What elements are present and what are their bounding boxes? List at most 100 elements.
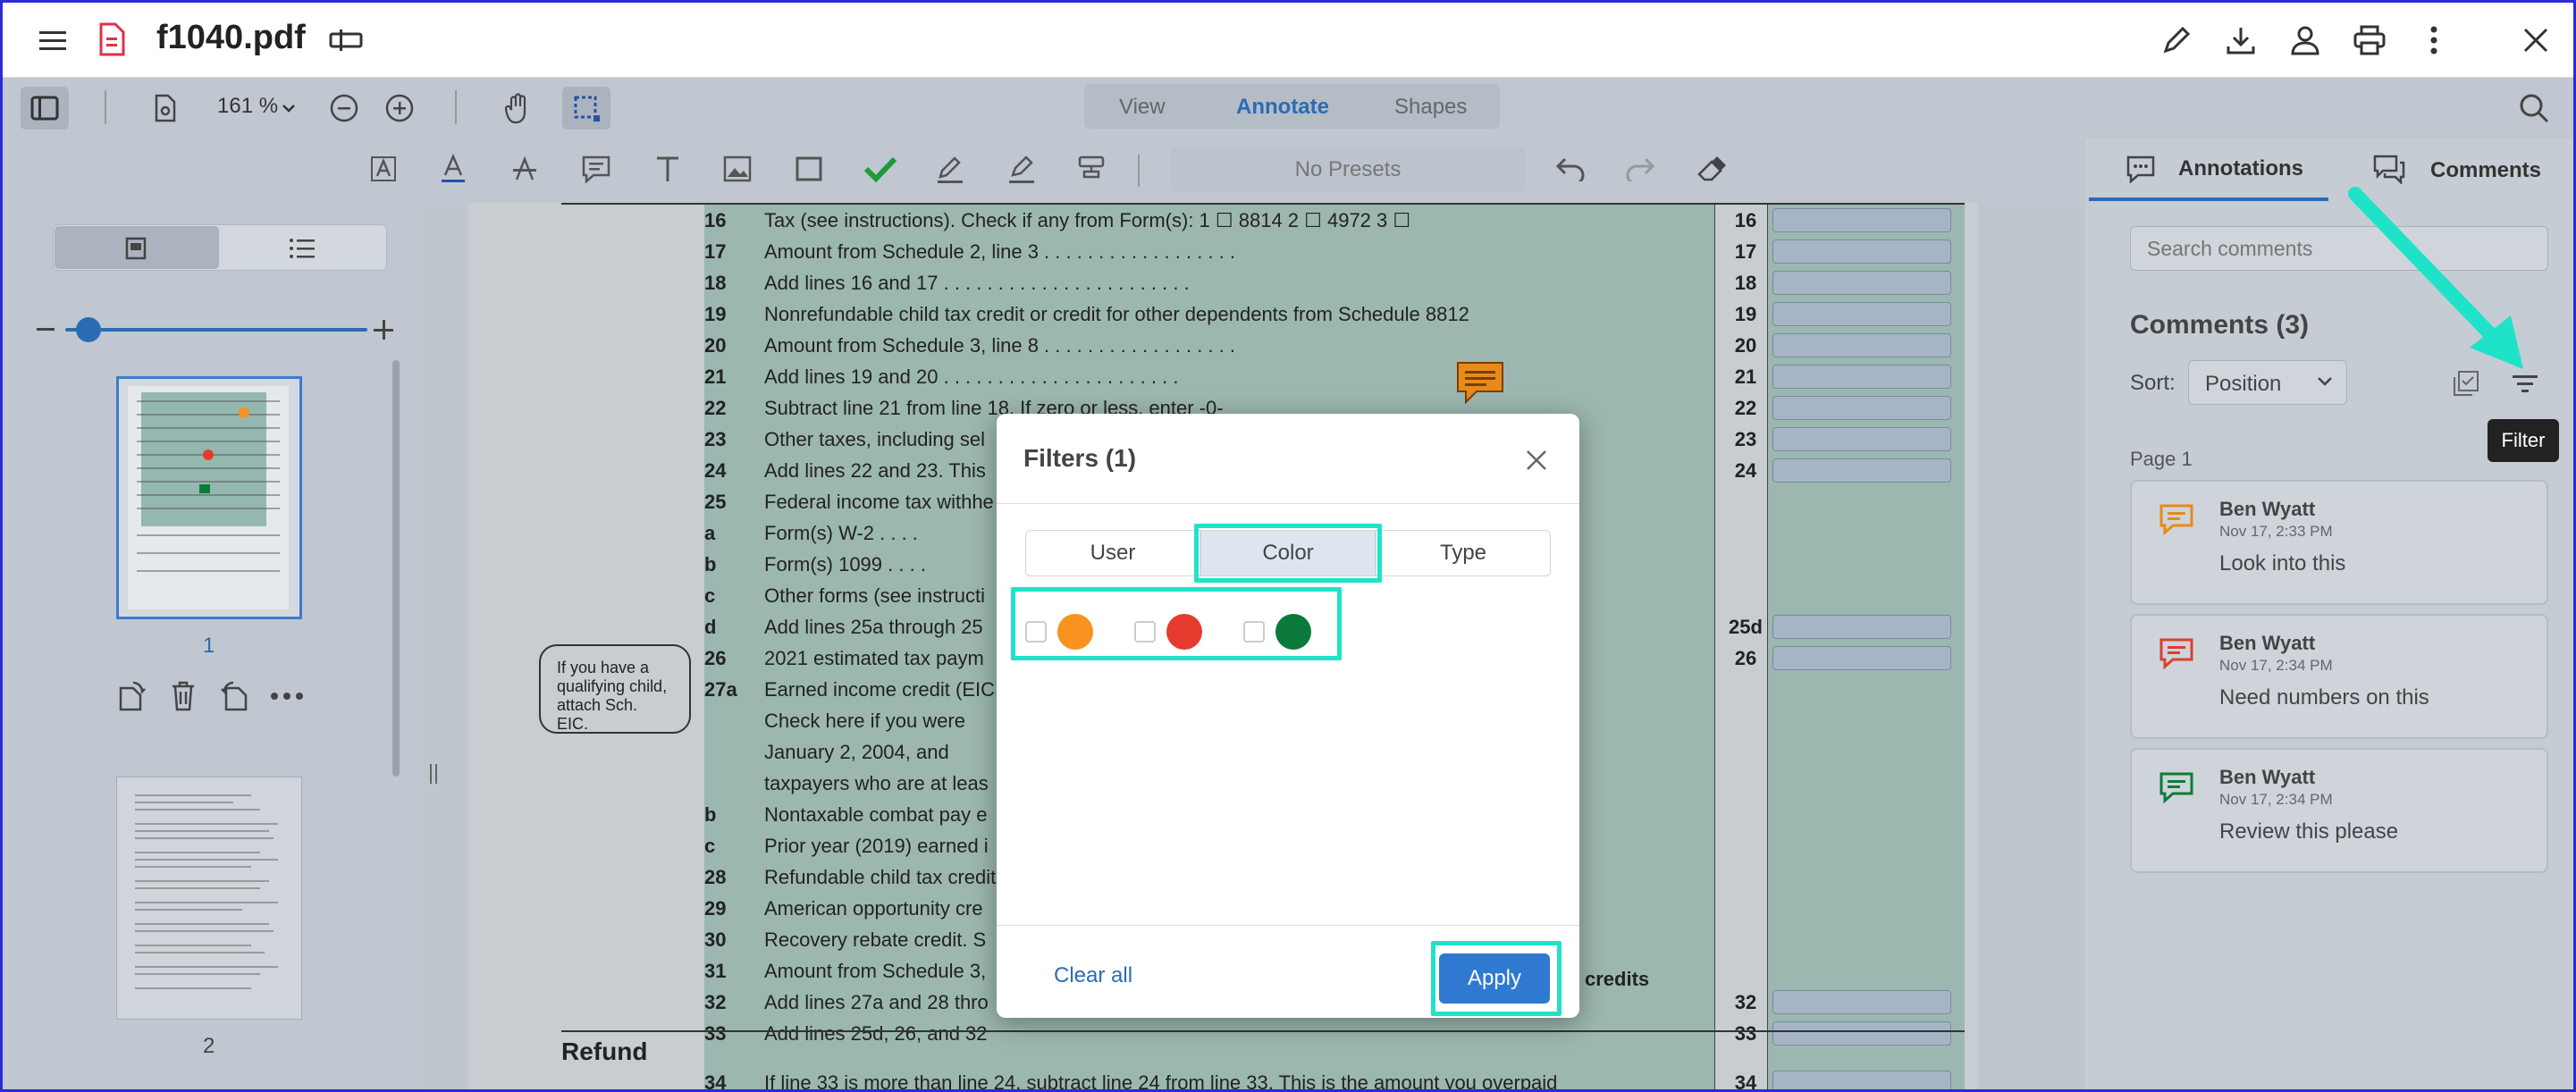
thumb-size-decrease-icon[interactable] xyxy=(37,328,55,331)
text-style-icon[interactable] xyxy=(366,151,401,187)
comment-note-icon[interactable] xyxy=(578,149,614,189)
page-number-2: 2 xyxy=(203,1034,215,1058)
amount-field[interactable] xyxy=(1772,427,1951,451)
strikethrough-icon[interactable] xyxy=(507,149,543,189)
undo-icon[interactable] xyxy=(1551,151,1590,187)
amount-field[interactable] xyxy=(1772,458,1951,483)
download-icon[interactable] xyxy=(2221,21,2260,60)
chevron-down-icon[interactable] xyxy=(280,99,298,117)
highlight-color-tab xyxy=(1194,524,1382,583)
comment-card[interactable]: Ben Wyatt Nov 17, 2:34 PM Review this pl… xyxy=(2130,748,2548,873)
line-number: 28 xyxy=(704,866,727,888)
presets-dropdown[interactable]: No Presets xyxy=(1171,147,1525,192)
amount-field[interactable] xyxy=(1772,1071,1951,1089)
rotate-clockwise-icon[interactable] xyxy=(114,678,149,714)
tab-annotations[interactable]: Annotations xyxy=(2178,156,2303,181)
amount-field[interactable] xyxy=(1772,1021,1951,1046)
toolbar-divider xyxy=(455,90,457,124)
amount-field[interactable] xyxy=(1772,990,1951,1014)
thumbnail-size-slider[interactable] xyxy=(65,328,367,332)
comment-timestamp: Nov 17, 2:34 PM xyxy=(2219,657,2333,674)
rectangle-shape-icon[interactable] xyxy=(791,149,827,189)
comment-annotation-icon[interactable] xyxy=(1455,360,1505,405)
line-description: Amount from Schedule 3, line 8 . . . . .… xyxy=(764,334,1235,357)
chevron-down-icon[interactable] xyxy=(2314,373,2336,391)
line-number-right: 20 xyxy=(1734,334,1757,357)
refund-rule xyxy=(561,1030,1965,1032)
zoom-out-icon[interactable] xyxy=(326,90,362,126)
left-panel-resize-handle[interactable] xyxy=(430,764,437,784)
eraser-icon[interactable] xyxy=(1692,149,1731,189)
page-fit-icon[interactable] xyxy=(147,90,183,126)
edit-pencil-icon[interactable] xyxy=(2157,21,2196,60)
thumb-size-increase-icon[interactable] xyxy=(371,317,396,342)
line-number: 26 xyxy=(704,647,727,669)
tab-comments[interactable]: Comments xyxy=(2430,158,2541,183)
zoom-in-icon[interactable] xyxy=(382,90,417,126)
comment-red-icon xyxy=(2157,635,2196,671)
line-number: 29 xyxy=(704,897,727,920)
amount-field[interactable] xyxy=(1772,396,1951,420)
line-description: Add lines 27a and 28 thro xyxy=(764,991,989,1013)
line-number: 23 xyxy=(704,428,727,450)
amount-field[interactable] xyxy=(1772,333,1951,357)
tab-annotate[interactable]: Annotate xyxy=(1236,95,1329,120)
comment-card[interactable]: Ben Wyatt Nov 17, 2:34 PM Need numbers o… xyxy=(2130,614,2548,739)
outline-list-icon[interactable] xyxy=(285,233,319,264)
user-profile-icon[interactable] xyxy=(2286,21,2325,60)
pan-hand-icon[interactable] xyxy=(500,88,535,128)
image-icon[interactable] xyxy=(720,149,755,189)
form-row: 17 Amount from Schedule 2, line 3 . . . .… xyxy=(561,237,1965,268)
amount-field[interactable] xyxy=(1772,208,1951,232)
header-bar: f1040.pdf xyxy=(3,3,2573,78)
amount-field[interactable] xyxy=(1772,302,1951,326)
segment-user[interactable]: User xyxy=(1025,530,1200,576)
amount-field[interactable] xyxy=(1772,365,1951,389)
slider-handle[interactable] xyxy=(76,317,101,342)
line-number-right: 25d xyxy=(1729,616,1763,638)
close-icon[interactable] xyxy=(2516,21,2555,60)
comment-timestamp: Nov 17, 2:34 PM xyxy=(2219,791,2333,808)
more-options-icon[interactable] xyxy=(2414,21,2454,60)
delete-trash-icon[interactable] xyxy=(165,678,201,714)
segment-type[interactable]: Type xyxy=(1376,530,1551,576)
pen-draw-icon[interactable] xyxy=(932,149,968,189)
line-number: 34 xyxy=(704,1071,727,1092)
page-thumbnail-1[interactable] xyxy=(116,376,302,619)
zoom-dropdown[interactable]: 161 % xyxy=(217,94,278,119)
line-number: b xyxy=(704,553,717,575)
page-thumbnail-2[interactable] xyxy=(116,777,302,1020)
amount-field[interactable] xyxy=(1772,646,1951,670)
tab-shapes[interactable]: Shapes xyxy=(1394,95,1467,120)
comment-card[interactable]: Ben Wyatt Nov 17, 2:33 PM Look into this xyxy=(2130,480,2548,605)
print-icon[interactable] xyxy=(2350,21,2389,60)
page-group-label: Page 1 xyxy=(2130,448,2193,470)
amount-field[interactable] xyxy=(1772,271,1951,295)
sidebar-toggle-icon[interactable] xyxy=(21,87,69,130)
free-text-icon[interactable] xyxy=(650,149,686,189)
redo-icon[interactable] xyxy=(1621,151,1660,187)
underline-text-icon[interactable] xyxy=(435,149,471,189)
clear-all-link[interactable]: Clear all xyxy=(1054,963,1132,988)
pdf-file-icon xyxy=(96,21,128,58)
tab-view[interactable]: View xyxy=(1119,95,1166,120)
hamburger-menu-icon[interactable] xyxy=(37,24,69,56)
comment-text: Review this please xyxy=(2219,819,2399,844)
credits-label: credits xyxy=(1585,968,1650,990)
thumbnail-scrollbar[interactable] xyxy=(392,360,400,777)
select-area-icon[interactable] xyxy=(562,87,610,130)
comment-timestamp: Nov 17, 2:33 PM xyxy=(2219,523,2333,540)
line-number-right: 23 xyxy=(1734,428,1757,450)
amount-field[interactable] xyxy=(1772,239,1951,264)
checkmark-icon[interactable] xyxy=(861,149,900,189)
comment-green-icon xyxy=(2157,769,2196,805)
highlighter-icon[interactable] xyxy=(1004,149,1040,189)
page-more-options-icon[interactable] xyxy=(269,680,305,712)
amount-field[interactable] xyxy=(1772,615,1951,639)
rotate-counterclockwise-icon[interactable] xyxy=(217,678,253,714)
search-icon[interactable] xyxy=(2514,88,2554,128)
stamp-icon[interactable] xyxy=(1073,149,1109,189)
close-icon[interactable] xyxy=(1520,444,1553,476)
refund-section-label: Refund xyxy=(561,1037,648,1065)
rename-icon[interactable] xyxy=(328,24,364,56)
